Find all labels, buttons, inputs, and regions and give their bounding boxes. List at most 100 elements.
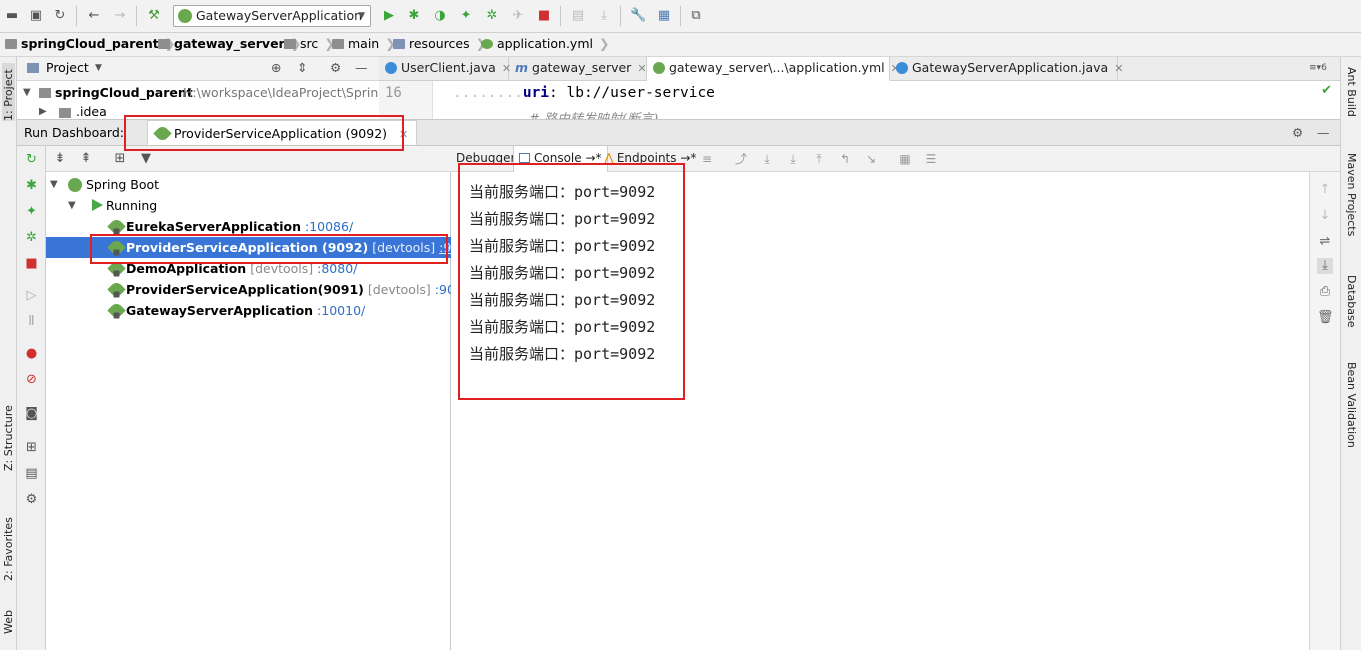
breadcrumb-item-project[interactable]: springCloud_parent❯: [5, 33, 175, 55]
tab-userclient[interactable]: UserClient.java ✕: [379, 57, 511, 81]
profile-icon[interactable]: ✦: [458, 8, 474, 24]
tab-debugger[interactable]: Debugger: [451, 146, 520, 172]
tool-window-database[interactable]: Database: [1345, 275, 1358, 340]
down-arrow-icon[interactable]: ↓: [1317, 208, 1333, 224]
sdk-icon[interactable]: ▦: [656, 8, 672, 24]
tab-gateway-application[interactable]: GatewayServerApplication.java ✕: [890, 57, 1123, 81]
show-execution-point-icon[interactable]: ⤴: [733, 151, 749, 167]
debug-icon[interactable]: ✱: [24, 178, 39, 193]
locate-icon[interactable]: ⊕: [271, 57, 281, 79]
step-into-icon[interactable]: ⤓: [785, 151, 801, 167]
settings-wrench-icon[interactable]: 🔧: [630, 8, 646, 24]
hide-icon[interactable]: —: [1317, 120, 1330, 145]
forward-icon[interactable]: →: [112, 8, 128, 24]
drop-frame-icon[interactable]: ↰: [837, 151, 853, 167]
resume-icon[interactable]: ▷: [24, 288, 39, 303]
breadcrumb-item-resources[interactable]: resources❯: [393, 33, 486, 55]
group-by-icon[interactable]: ⊞: [112, 151, 128, 167]
scroll-to-end-icon[interactable]: ⤓: [1317, 258, 1333, 274]
stop-icon[interactable]: ■: [24, 256, 39, 271]
back-icon[interactable]: ←: [86, 8, 102, 24]
breadcrumb-item-module[interactable]: gateway_server❯: [158, 33, 301, 55]
sync-icon[interactable]: ↻: [52, 8, 68, 24]
tool-window-maven[interactable]: Maven Projects: [1345, 153, 1358, 253]
vcs-icon[interactable]: ⧉: [688, 8, 704, 24]
save-icon[interactable]: ▣: [28, 8, 44, 24]
run-config-select[interactable]: GatewayServerApplication ▼: [173, 5, 371, 27]
tool-window-project[interactable]: 1: Project: [2, 63, 15, 121]
tree-item-running[interactable]: ▼ Running: [46, 195, 451, 216]
soft-wrap-icon[interactable]: ⇌: [1317, 234, 1333, 250]
tab-application-yml[interactable]: gateway_server\...\application.yml✕: [647, 57, 900, 81]
collapse-all-icon[interactable]: ⇞: [78, 151, 94, 167]
gear-icon[interactable]: ⚙: [330, 57, 341, 79]
breadcrumb-item-main[interactable]: main ❯: [332, 33, 396, 55]
tool-window-bean-validation[interactable]: Bean Validation: [1345, 362, 1358, 462]
download-icon[interactable]: ⤓: [596, 8, 612, 24]
debug-spring-icon[interactable]: ✲: [24, 230, 39, 245]
pause-icon[interactable]: Ⅱ: [24, 314, 39, 329]
tab-gateway-pom[interactable]: m gateway_server ✕: [509, 57, 647, 81]
rerun-icon[interactable]: ↻: [24, 152, 39, 167]
chevron-right-icon: ▶: [39, 106, 47, 117]
up-arrow-icon[interactable]: ↑: [1317, 182, 1333, 198]
tree-item-spring-boot[interactable]: ▼ Spring Boot: [46, 174, 451, 195]
port-link[interactable]: :8080/: [317, 261, 357, 276]
build-hammer-icon[interactable]: ⚒: [146, 8, 162, 24]
coverage-icon[interactable]: ◑: [432, 8, 448, 24]
close-icon[interactable]: ✕: [637, 62, 646, 75]
print-icon[interactable]: ⎙: [1317, 284, 1333, 300]
gear-icon[interactable]: ⚙: [24, 492, 39, 507]
tree-item-app[interactable]: GatewayServerApplication :10010/: [46, 300, 451, 321]
chevron-down-icon[interactable]: ▼: [95, 57, 102, 79]
breadcrumb-item-src[interactable]: src ❯: [284, 33, 335, 55]
tab-console[interactable]: Console →*: [513, 146, 608, 172]
evaluate-icon[interactable]: ▦: [897, 151, 913, 167]
tree-item-app[interactable]: ProviderServiceApplication (9092) [devto…: [46, 237, 479, 258]
close-icon[interactable]: ✕: [1114, 62, 1123, 75]
mute-breakpoints-icon[interactable]: ⊘: [24, 372, 39, 387]
run-icon[interactable]: ▶: [381, 8, 397, 24]
step-out-icon[interactable]: ⤒: [811, 151, 827, 167]
breadcrumb-item-file[interactable]: application.yml ❯: [481, 33, 609, 55]
tab-overflow[interactable]: ≡▾6: [1309, 57, 1327, 79]
tree-item-app[interactable]: ProviderServiceApplication(9091) [devtoo…: [46, 279, 475, 300]
open-folder-icon[interactable]: ▬: [4, 8, 20, 24]
update-icon[interactable]: ✈: [510, 8, 526, 24]
run-dashboard-tab[interactable]: ProviderServiceApplication (9092) ✕: [147, 120, 418, 145]
tree-item-app[interactable]: DemoApplication [devtools] :8080/: [46, 258, 451, 279]
run-to-cursor-icon[interactable]: ↘: [863, 151, 879, 167]
group-icon[interactable]: ⊞: [24, 440, 39, 455]
attach-debugger-icon[interactable]: ✲: [484, 8, 500, 24]
view-breakpoints-icon[interactable]: ●: [24, 346, 39, 361]
tool-window-ant-build[interactable]: Ant Build: [1345, 67, 1358, 132]
close-icon[interactable]: ✕: [399, 128, 408, 141]
gear-icon[interactable]: ⚙: [1292, 120, 1303, 145]
tool-window-web[interactable]: Web: [2, 600, 15, 634]
step-over-icon[interactable]: ⤓: [759, 151, 775, 167]
stop-icon[interactable]: ■: [536, 8, 552, 24]
project-structure-icon[interactable]: ▤: [570, 8, 586, 24]
tool-window-structure[interactable]: Z: Structure: [2, 403, 15, 471]
port-link[interactable]: :10086/: [305, 219, 353, 234]
port-link[interactable]: :10010/: [317, 303, 365, 318]
tree-item-app[interactable]: EurekaServerApplication :10086/: [46, 216, 451, 237]
project-view-select[interactable]: Project: [46, 57, 89, 79]
code-editor[interactable]: 16 ........uri: lb://user-service # 路由转发…: [379, 81, 1340, 119]
trace-icon[interactable]: ☰: [923, 151, 939, 167]
menu-icon[interactable]: ≡: [699, 151, 715, 167]
tab-endpoints[interactable]: ⋀ Endpoints →*: [599, 146, 701, 172]
run-spring-icon[interactable]: ✦: [24, 204, 39, 219]
folder-icon: [332, 39, 344, 49]
hide-icon[interactable]: —: [355, 57, 368, 79]
layout-icon[interactable]: ▤: [24, 466, 39, 481]
expand-all-icon[interactable]: ⇟: [52, 151, 68, 167]
console-output[interactable]: 当前服务端口：port=9092 当前服务端口：port=9092 当前服务端口…: [469, 179, 655, 368]
tool-window-favorites[interactable]: 2: Favorites: [2, 503, 15, 581]
debug-icon[interactable]: ✱: [406, 8, 422, 24]
camera-icon[interactable]: ◙: [24, 406, 39, 421]
clear-trash-icon[interactable]: 🗑: [1317, 310, 1334, 326]
collapse-all-icon[interactable]: ⇕: [297, 57, 307, 79]
filter-icon[interactable]: ▼: [138, 151, 154, 167]
chevron-down-icon: ▼: [23, 87, 31, 98]
